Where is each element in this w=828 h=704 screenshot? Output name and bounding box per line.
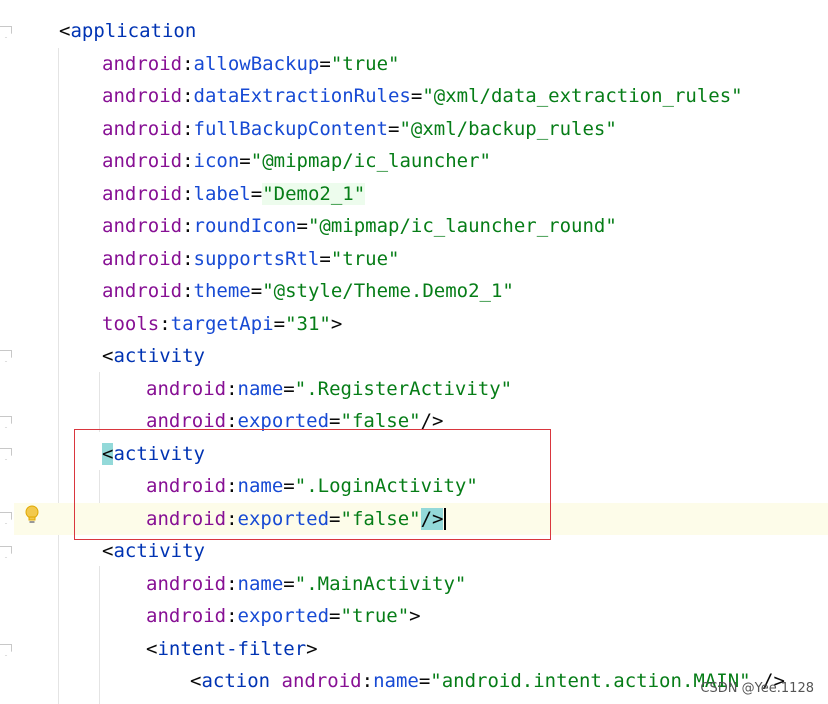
code-token: supportsRtl: [193, 247, 320, 270]
code-token: =: [388, 117, 400, 140]
code-line[interactable]: tools:targetApi="31">: [0, 308, 828, 341]
code-line[interactable]: android:supportsRtl="true": [0, 243, 828, 276]
code-token: label: [193, 182, 251, 205]
code-token: name: [237, 572, 284, 595]
code-token: :: [182, 280, 194, 302]
code-token: "@style/Theme.Demo2_1": [262, 280, 514, 302]
code-token: android: [102, 150, 183, 172]
code-token: theme: [193, 280, 251, 302]
code-token: =: [283, 572, 295, 595]
code-token: android: [102, 215, 183, 237]
code-token: =: [296, 215, 308, 237]
code-token: roundIcon: [193, 215, 297, 237]
code-token: targetApi: [170, 312, 274, 335]
code-token: android: [281, 670, 362, 692]
code-token: "@mipmap/ic_launcher_round": [307, 215, 617, 237]
code-token: :: [182, 150, 194, 172]
code-token: android: [102, 182, 183, 205]
code-token: :: [226, 572, 238, 595]
code-token: action: [201, 670, 282, 692]
code-token: android: [102, 247, 183, 270]
code-token: android: [102, 85, 183, 107]
code-token: name: [373, 670, 419, 692]
code-token: :: [159, 312, 171, 335]
code-token: =: [319, 247, 331, 270]
code-token: "true": [330, 247, 400, 270]
code-token: fullBackupContent: [193, 117, 388, 140]
code-token: icon: [193, 150, 240, 172]
code-line[interactable]: <application: [0, 15, 828, 48]
code-token: "@xml/data_extraction_rules": [422, 85, 743, 107]
code-token: :: [226, 605, 238, 627]
code-token: :: [361, 670, 374, 692]
code-token: "true": [340, 605, 410, 627]
code-token: <: [59, 20, 71, 42]
code-token: "@mipmap/ic_launcher": [250, 150, 491, 172]
code-token: =: [418, 670, 431, 692]
code-token: =: [329, 605, 341, 627]
code-token: android: [102, 52, 183, 75]
code-line[interactable]: android:name=".MainActivity": [0, 568, 828, 601]
watermark: CSDN @Yee.1128: [700, 681, 814, 696]
code-line[interactable]: android:allowBackup="true": [0, 48, 828, 81]
code-line[interactable]: android:name=".RegisterActivity": [0, 373, 828, 406]
code-token: dataExtractionRules: [193, 85, 411, 107]
code-token: :: [182, 247, 194, 270]
code-line[interactable]: android:label="Demo2_1": [0, 178, 828, 211]
code-token: =: [283, 377, 295, 400]
code-token: <: [190, 670, 202, 692]
code-token: ".MainActivity": [294, 572, 467, 595]
lightbulb-icon[interactable]: [25, 505, 39, 525]
code-token: android: [102, 117, 183, 140]
highlight-annotation-box: [74, 429, 551, 540]
code-token: =: [273, 312, 286, 335]
code-line[interactable]: android:fullBackupContent="@xml/backup_r…: [0, 113, 828, 146]
code-token: "@xml/backup_rules": [399, 117, 617, 140]
code-token: android: [146, 377, 227, 400]
code-token: intent-filter: [157, 637, 307, 660]
code-token: activity: [113, 540, 205, 562]
code-token: tools: [102, 312, 160, 335]
code-token: :: [182, 182, 194, 205]
code-token: :: [182, 52, 194, 75]
code-line[interactable]: <activity: [0, 340, 828, 373]
code-token: =: [250, 280, 263, 302]
code-token: android: [146, 572, 227, 595]
code-line[interactable]: android:exported="true">: [0, 600, 828, 633]
code-token: =: [319, 52, 331, 75]
code-token: :: [182, 215, 194, 237]
code-token: =: [410, 85, 423, 107]
code-line[interactable]: android:theme="@style/Theme.Demo2_1": [0, 275, 828, 308]
code-token: name: [237, 377, 284, 400]
code-token: "Demo2_1": [262, 182, 366, 205]
code-token: exported: [237, 605, 330, 627]
code-token: "true": [330, 52, 400, 75]
code-line[interactable]: android:roundIcon="@mipmap/ic_launcher_r…: [0, 210, 828, 243]
code-token: >: [330, 312, 343, 335]
code-token: =: [239, 150, 251, 172]
code-line[interactable]: <intent-filter>: [0, 633, 828, 666]
code-token: :: [226, 377, 238, 400]
code-token: <: [146, 637, 158, 660]
code-token: :: [182, 117, 194, 140]
code-token: >: [409, 605, 421, 627]
code-token: android: [102, 280, 183, 302]
code-token: application: [70, 20, 197, 42]
code-token: =: [250, 182, 263, 205]
code-line[interactable]: android:dataExtractionRules="@xml/data_e…: [0, 80, 828, 113]
code-line[interactable]: android:icon="@mipmap/ic_launcher": [0, 145, 828, 178]
code-token: ".RegisterActivity": [294, 377, 513, 400]
code-token: activity: [113, 345, 205, 367]
code-token: android: [146, 605, 227, 627]
code-token: >: [306, 637, 318, 660]
code-token: :: [182, 85, 194, 107]
code-token: <: [102, 345, 114, 367]
code-token: allowBackup: [193, 52, 320, 75]
code-token: "31": [285, 312, 331, 335]
code-token: <: [102, 540, 114, 562]
